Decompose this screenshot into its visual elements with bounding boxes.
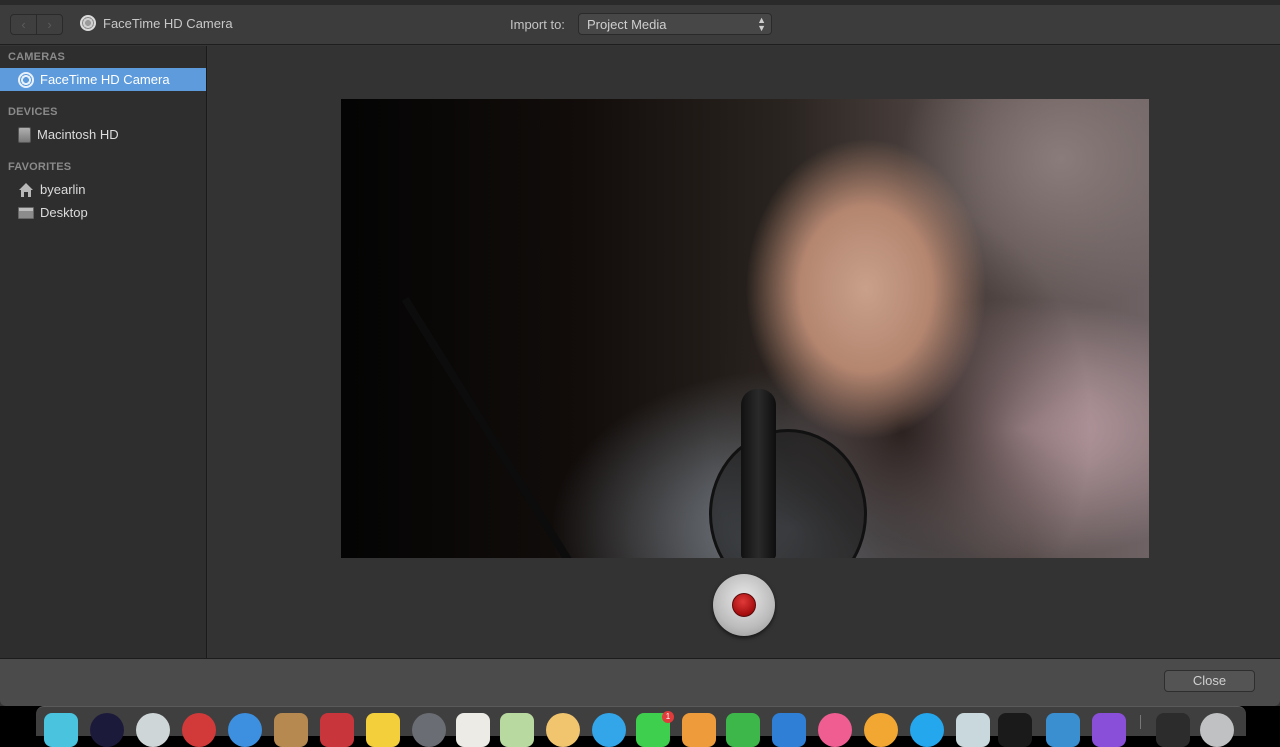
nav-buttons: ‹ › bbox=[10, 14, 63, 35]
home-icon bbox=[19, 182, 33, 197]
sidebar-item-label: FaceTime HD Camera bbox=[40, 72, 170, 87]
camera-icon bbox=[18, 71, 34, 88]
import-destination-select[interactable]: Project Media ▲ ▼ bbox=[578, 13, 772, 35]
select-arrows-icon: ▲ ▼ bbox=[757, 15, 766, 33]
sidebar-item-desktop[interactable]: Desktop bbox=[0, 201, 206, 224]
camera-icon bbox=[80, 15, 96, 31]
source-title: FaceTime HD Camera bbox=[80, 15, 233, 31]
sidebar-item-label: Desktop bbox=[40, 205, 88, 220]
dock-xcode-icon[interactable] bbox=[1046, 713, 1080, 747]
dock-system-icon[interactable] bbox=[412, 713, 446, 747]
dock-notes-icon[interactable] bbox=[366, 713, 400, 747]
chevron-right-icon: › bbox=[47, 17, 52, 32]
dock-messages-icon[interactable]: 1 bbox=[636, 711, 674, 747]
sidebar-item-macintosh-hd[interactable]: Macintosh HD bbox=[0, 123, 206, 146]
mic-boom-arm bbox=[401, 296, 584, 558]
dock-launchpad-icon[interactable] bbox=[90, 713, 124, 747]
dock-photos-icon[interactable] bbox=[546, 713, 580, 747]
dock-appstore-blue-icon[interactable] bbox=[592, 713, 626, 747]
dock-appstore-icon[interactable] bbox=[910, 713, 944, 747]
dock-separator bbox=[1140, 715, 1141, 729]
main-area bbox=[208, 46, 1280, 658]
desktop-folder-icon bbox=[18, 206, 34, 219]
dock-pages-icon[interactable] bbox=[456, 713, 490, 747]
pop-filter bbox=[709, 429, 867, 558]
dock-finder-icon[interactable] bbox=[44, 713, 78, 747]
sidebar-item-label: Macintosh HD bbox=[37, 127, 119, 142]
hard-drive-icon bbox=[18, 126, 31, 143]
dock-instruments-icon[interactable] bbox=[1092, 713, 1126, 747]
sidebar-item-label: byearlin bbox=[40, 182, 86, 197]
dock-preview-app-icon[interactable] bbox=[956, 713, 990, 747]
dock-itunes-icon[interactable] bbox=[818, 713, 852, 747]
dock-ibooks2-icon[interactable] bbox=[864, 713, 898, 747]
import-to-label: Import to: bbox=[510, 17, 565, 32]
close-button[interactable]: Close bbox=[1164, 670, 1255, 692]
dock-safari-icon[interactable] bbox=[228, 713, 262, 747]
chevron-left-icon: ‹ bbox=[21, 17, 26, 32]
dock-safari-alt-icon[interactable] bbox=[136, 713, 170, 747]
dock-keynote-icon[interactable] bbox=[772, 713, 806, 747]
dock-trash-icon[interactable] bbox=[1200, 713, 1234, 747]
dock-red-app-icon[interactable] bbox=[182, 713, 216, 747]
dock-contacts-icon[interactable] bbox=[274, 713, 308, 747]
forward-button[interactable]: › bbox=[36, 15, 62, 34]
source-title-label: FaceTime HD Camera bbox=[103, 15, 233, 31]
import-destination-value: Project Media bbox=[587, 17, 667, 32]
notification-badge: 1 bbox=[662, 711, 674, 723]
back-button[interactable]: ‹ bbox=[11, 15, 36, 34]
footer-bar: Close bbox=[0, 658, 1280, 706]
dock-numbers-icon[interactable] bbox=[726, 713, 760, 747]
import-window: ‹ › FaceTime HD Camera Import to: Projec… bbox=[0, 0, 1280, 706]
section-favorites: FAVORITES bbox=[8, 161, 72, 173]
camera-preview bbox=[341, 99, 1149, 558]
section-cameras: CAMERAS bbox=[8, 51, 66, 63]
toolbar: ‹ › FaceTime HD Camera Import to: Projec… bbox=[0, 5, 1280, 45]
section-devices: DEVICES bbox=[8, 106, 58, 118]
sidebar-item-byearlin[interactable]: byearlin bbox=[0, 178, 206, 201]
dock-terminal-icon[interactable] bbox=[998, 713, 1032, 747]
dock-ibooks-icon[interactable] bbox=[682, 713, 716, 747]
dock-calendar-icon[interactable] bbox=[320, 713, 354, 747]
dock-downloads-icon[interactable] bbox=[1156, 713, 1190, 747]
sidebar: CAMERAS FaceTime HD Camera DEVICES Macin… bbox=[0, 46, 207, 658]
dock: 1 bbox=[36, 706, 1246, 747]
record-icon bbox=[732, 593, 756, 617]
dock-maps-icon[interactable] bbox=[500, 713, 534, 747]
sidebar-item-facetime-hd-camera[interactable]: FaceTime HD Camera bbox=[0, 68, 206, 91]
record-button[interactable] bbox=[713, 574, 775, 636]
microphone bbox=[741, 389, 776, 558]
